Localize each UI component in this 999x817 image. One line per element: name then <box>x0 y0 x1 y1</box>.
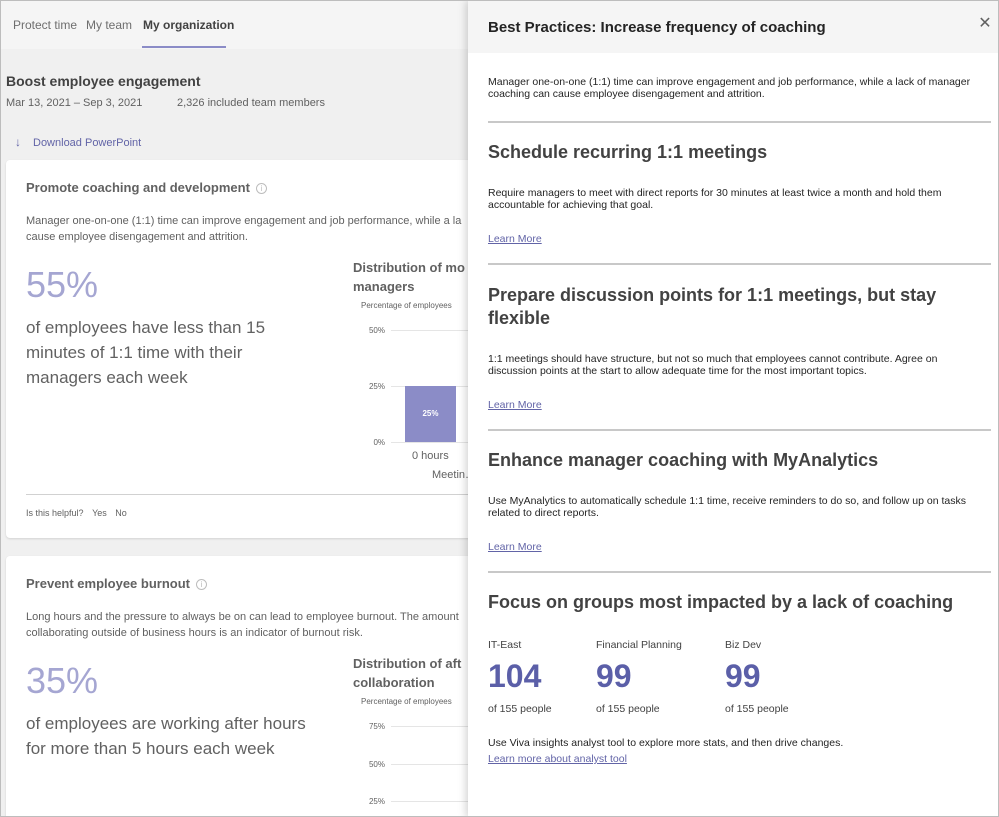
groups-heading: Focus on groups most impacted by a lack … <box>488 592 954 612</box>
chart-title-line: Distribution of aft <box>353 656 462 671</box>
section-heading: Prepare discussion points for 1:1 meetin… <box>488 285 937 328</box>
chart-subtitle: Percentage of employees <box>361 301 452 310</box>
gridline <box>391 801 476 802</box>
y-tick-label: 75% <box>368 722 385 731</box>
gridline <box>391 726 476 727</box>
coaching-card: Promote coaching and development i Manage… <box>6 160 476 538</box>
group-name: IT-East <box>488 639 522 651</box>
panel-intro: Manager one-on-one (1:1) time can improv… <box>488 76 971 100</box>
analyst-tool-link[interactable]: Learn more about analyst tool <box>488 753 627 765</box>
chart-bar-0-hours: 25% <box>405 386 456 442</box>
group-financial-planning: Financial Planning 99 of 155 people <box>596 639 682 715</box>
analyst-tool-text: Use Viva insights analyst tool to explor… <box>488 737 844 749</box>
divider <box>488 571 991 573</box>
feedback-row: Is this helpful? Yes No <box>26 508 127 518</box>
stat-description: of employees have less than 15 minutes o… <box>26 318 266 387</box>
y-tick-label: 25% <box>368 797 385 806</box>
learn-more-link[interactable]: Learn More <box>488 541 542 553</box>
group-biz-dev: Biz Dev 99 of 155 people <box>725 639 789 715</box>
card-description-line: Long hours and the pressure to always be… <box>26 611 459 623</box>
group-count: 99 <box>596 658 632 694</box>
divider <box>488 121 991 123</box>
chart-subtitle: Percentage of employees <box>361 697 452 706</box>
section-body: 1:1 meetings should have structure, but … <box>488 353 938 377</box>
card-title: Prevent employee burnout i <box>26 576 207 591</box>
group-total: of 155 people <box>488 703 552 715</box>
section-heading: Enhance manager coaching with MyAnalytic… <box>488 450 879 470</box>
gridline <box>391 330 476 331</box>
panel-header: Best Practices: Increase frequency of co… <box>468 1 998 53</box>
group-name: Financial Planning <box>596 639 682 651</box>
date-range: Mar 13, 2021 – Sep 3, 2021 <box>6 97 143 109</box>
panel-title: Best Practices: Increase frequency of co… <box>488 19 826 36</box>
app-window: Protect time My team My organization Boo… <box>0 0 999 817</box>
card-description: Long hours and the pressure to always be… <box>26 609 466 641</box>
gridline <box>391 442 476 443</box>
card-description-line: cause employee disengagement and attriti… <box>26 231 248 243</box>
info-icon[interactable]: i <box>195 579 207 590</box>
section-title: Boost employee engagement <box>6 73 201 89</box>
group-total: of 155 people <box>725 703 789 715</box>
download-powerpoint-link[interactable]: ↓ Download PowerPoint <box>15 135 141 149</box>
group-count: 104 <box>488 658 542 694</box>
y-tick-label: 50% <box>368 760 385 769</box>
chart-title: Distribution of aft collaboration <box>353 654 483 692</box>
card-title: Promote coaching and development i <box>26 180 267 195</box>
group-it-east: IT-East 104 of 155 people <box>488 639 552 715</box>
tab-my-organization[interactable]: My organization <box>143 18 234 32</box>
close-icon[interactable]: ✕ <box>976 15 994 33</box>
bar-data-label: 25% <box>422 409 439 418</box>
stat-percentage: 55% <box>26 264 99 305</box>
group-total: of 155 people <box>596 703 660 715</box>
tab-my-team[interactable]: My team <box>86 18 132 32</box>
best-practices-panel: Best Practices: Increase frequency of co… <box>468 1 998 816</box>
group-name: Biz Dev <box>725 639 762 651</box>
helpful-label: Is this helpful? <box>26 508 84 518</box>
divider <box>26 494 476 495</box>
section-heading: Schedule recurring 1:1 meetings <box>488 142 768 162</box>
y-tick-label: 50% <box>368 326 385 335</box>
divider <box>488 263 991 265</box>
x-tick-label: 0 hours <box>412 450 449 462</box>
card-title-text: Promote coaching and development <box>26 180 250 195</box>
stat-percentage: 35% <box>26 660 99 701</box>
section-body: Use MyAnalytics to automatically schedul… <box>488 495 966 519</box>
card-description-line: collaborating outside of business hours … <box>26 627 363 639</box>
tab-protect-time[interactable]: Protect time <box>13 18 77 32</box>
card-description-line: Manager one-on-one (1:1) time can improv… <box>26 215 462 227</box>
divider <box>488 429 991 431</box>
chart-title-line: managers <box>353 279 415 294</box>
included-members: 2,326 included team members <box>177 97 325 109</box>
learn-more-link[interactable]: Learn More <box>488 399 542 411</box>
chart-title: Distribution of mo managers <box>353 258 483 296</box>
download-icon: ↓ <box>15 135 21 149</box>
burnout-card: Prevent employee burnout i Long hours and… <box>6 556 476 816</box>
section-body: Require managers to meet with direct rep… <box>488 187 942 211</box>
chart-title-line: collaboration <box>353 675 435 690</box>
chart-title-line: Distribution of mo <box>353 260 465 275</box>
active-tab-indicator <box>142 46 226 48</box>
gridline <box>391 764 476 765</box>
y-tick-label: 25% <box>368 382 385 391</box>
learn-more-link[interactable]: Learn More <box>488 233 542 245</box>
no-button[interactable]: No <box>115 508 127 518</box>
y-tick-label: 0% <box>373 438 385 447</box>
download-label: Download PowerPoint <box>33 137 142 149</box>
info-icon[interactable]: i <box>255 183 267 194</box>
card-title-text: Prevent employee burnout <box>26 576 190 591</box>
yes-button[interactable]: Yes <box>92 508 107 518</box>
group-count: 99 <box>725 658 761 694</box>
stat-description: of employees are working after hours for… <box>26 714 306 758</box>
card-description: Manager one-on-one (1:1) time can improv… <box>26 213 466 245</box>
